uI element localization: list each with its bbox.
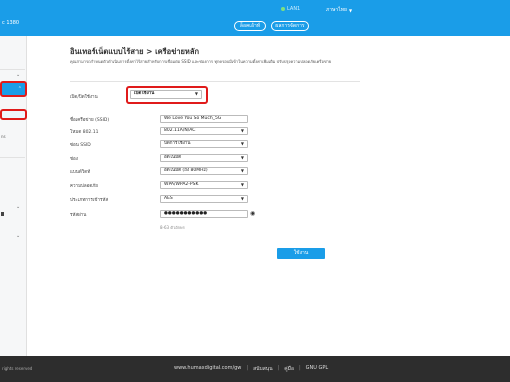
mode-select[interactable]: 802.11A/N/AC ▼ — [160, 127, 248, 135]
separator: | — [298, 365, 301, 371]
bandwidth-select[interactable]: อัตโนมัติ (ถึง 80MHz) ▼ — [160, 167, 248, 175]
field-label: รหัสผ่าน — [70, 213, 87, 218]
channel-value: อัตโนมัติ — [164, 155, 182, 160]
security-select[interactable]: WPA/WPA2-PSK ▼ — [160, 181, 248, 189]
caret-down-icon: ▼ — [240, 128, 244, 133]
field-label: ชื่อเครือข่าย (SSID) — [70, 118, 110, 123]
caret-down-icon: ▼ — [240, 196, 244, 201]
password-input[interactable]: ●●●●●●●●●●● — [160, 210, 248, 218]
page-description: คุณสามารถกำหนดตัวดำเนินการตั้งค่าไร้สายส… — [70, 59, 332, 64]
caret-down-icon: ▼ — [240, 182, 244, 187]
caret-down-icon: ▼ — [240, 141, 244, 146]
password-value: ●●●●●●●●●●● — [164, 211, 208, 216]
separator: | — [277, 365, 280, 371]
caret-down-icon: ▼ — [240, 168, 244, 173]
sidebar: ⌄ ⌃ ns ⌄ ⌄ — [0, 36, 27, 356]
lan-label: LAN1 — [287, 6, 301, 12]
sidebar-marker — [1, 212, 4, 216]
field-label: ซ่อน SSID — [70, 143, 91, 148]
password-hint: 8-63 ตัวอักษร — [160, 225, 185, 230]
sidebar-item-label[interactable]: ns — [1, 134, 6, 139]
hide-ssid-value: ปิดการใช้งาน — [164, 141, 191, 146]
sidebar-subitem-main-network[interactable] — [0, 109, 27, 120]
chevron-down-icon[interactable]: ⌄ — [16, 233, 20, 239]
field-label: ประเภทการเข้ารหัส — [70, 198, 109, 203]
enable-select[interactable]: เปิดใช้งาน ▼ — [130, 90, 202, 99]
top-header: c 1380 LAN1 ภาษาไทย ▼ ล็อคเอ้าท์ ผลการจั… — [0, 0, 510, 36]
language-label: ภาษาไทย — [326, 7, 347, 13]
ssid-input[interactable]: We Love You So Much_5G — [160, 115, 248, 123]
separator: | — [246, 365, 249, 371]
sidebar-divider — [0, 69, 25, 70]
admin-button[interactable]: ผลการจัดการ — [271, 21, 309, 31]
sidebar-item-wireless[interactable]: ⌃ — [0, 81, 27, 97]
field-label: แบนด์วิดท์ — [70, 170, 91, 175]
model-name: c 1380 — [2, 20, 20, 26]
divider — [70, 81, 360, 82]
field-row-password: รหัสผ่าน ●●●●●●●●●●● ◉ — [70, 210, 270, 219]
field-label: ช่อง — [70, 157, 78, 162]
hide-ssid-select[interactable]: ปิดการใช้งาน ▼ — [160, 140, 248, 148]
lan-status: LAN1 — [281, 6, 300, 12]
footer-link-gpl[interactable]: GNU GPL — [306, 365, 329, 373]
caret-down-icon: ▼ — [194, 91, 198, 96]
channel-select[interactable]: อัตโนมัติ ▼ — [160, 154, 248, 162]
copyright-text: rights reserved — [2, 366, 33, 371]
security-value: WPA/WPA2-PSK — [164, 182, 199, 187]
ssid-value: We Love You So Much_5G — [164, 116, 222, 121]
logout-button[interactable]: ล็อคเอ้าท์ — [234, 21, 266, 31]
footer-link-website[interactable]: www.humaxdigital.com/gw — [174, 365, 241, 373]
main-content: อินเทอร์เน็ตแบบไร้สาย > เครือข่ายหลัก คุ… — [27, 36, 510, 356]
footer: rights reserved www.humaxdigital.com/gw … — [0, 356, 510, 382]
footer-link-manual[interactable]: คู่มือ — [284, 365, 294, 373]
field-label: โหมด 802.11 — [70, 130, 99, 135]
apply-button[interactable]: ใช้งาน — [277, 248, 325, 259]
chevron-down-icon[interactable]: ⌄ — [16, 204, 20, 210]
enable-select-value: เปิดใช้งาน — [134, 91, 155, 96]
chevron-down-icon[interactable]: ⌄ — [16, 72, 20, 78]
status-dot-icon — [281, 7, 285, 11]
caret-down-icon: ▼ — [240, 155, 244, 160]
sidebar-divider — [0, 157, 25, 158]
field-label: เปิด/ปิดใช้งาน — [70, 95, 98, 100]
chevron-up-icon: ⌃ — [17, 86, 22, 92]
eye-icon[interactable]: ◉ — [250, 210, 255, 217]
bandwidth-value: อัตโนมัติ (ถึง 80MHz) — [164, 168, 208, 173]
footer-link-support[interactable]: สนับสนุน — [253, 365, 273, 373]
chevron-down-icon: ▼ — [348, 7, 353, 13]
language-selector[interactable]: ภาษาไทย ▼ — [326, 6, 352, 14]
page-title: อินเทอร์เน็ตแบบไร้สาย > เครือข่ายหลัก — [70, 47, 200, 56]
mode-value: 802.11A/N/AC — [164, 128, 196, 133]
encryption-value: AES — [164, 196, 173, 201]
encryption-select[interactable]: AES ▼ — [160, 195, 248, 203]
field-label: ความปลอดภัย — [70, 184, 98, 189]
footer-links: www.humaxdigital.com/gw | สนับสนุน | คู่… — [174, 365, 328, 373]
